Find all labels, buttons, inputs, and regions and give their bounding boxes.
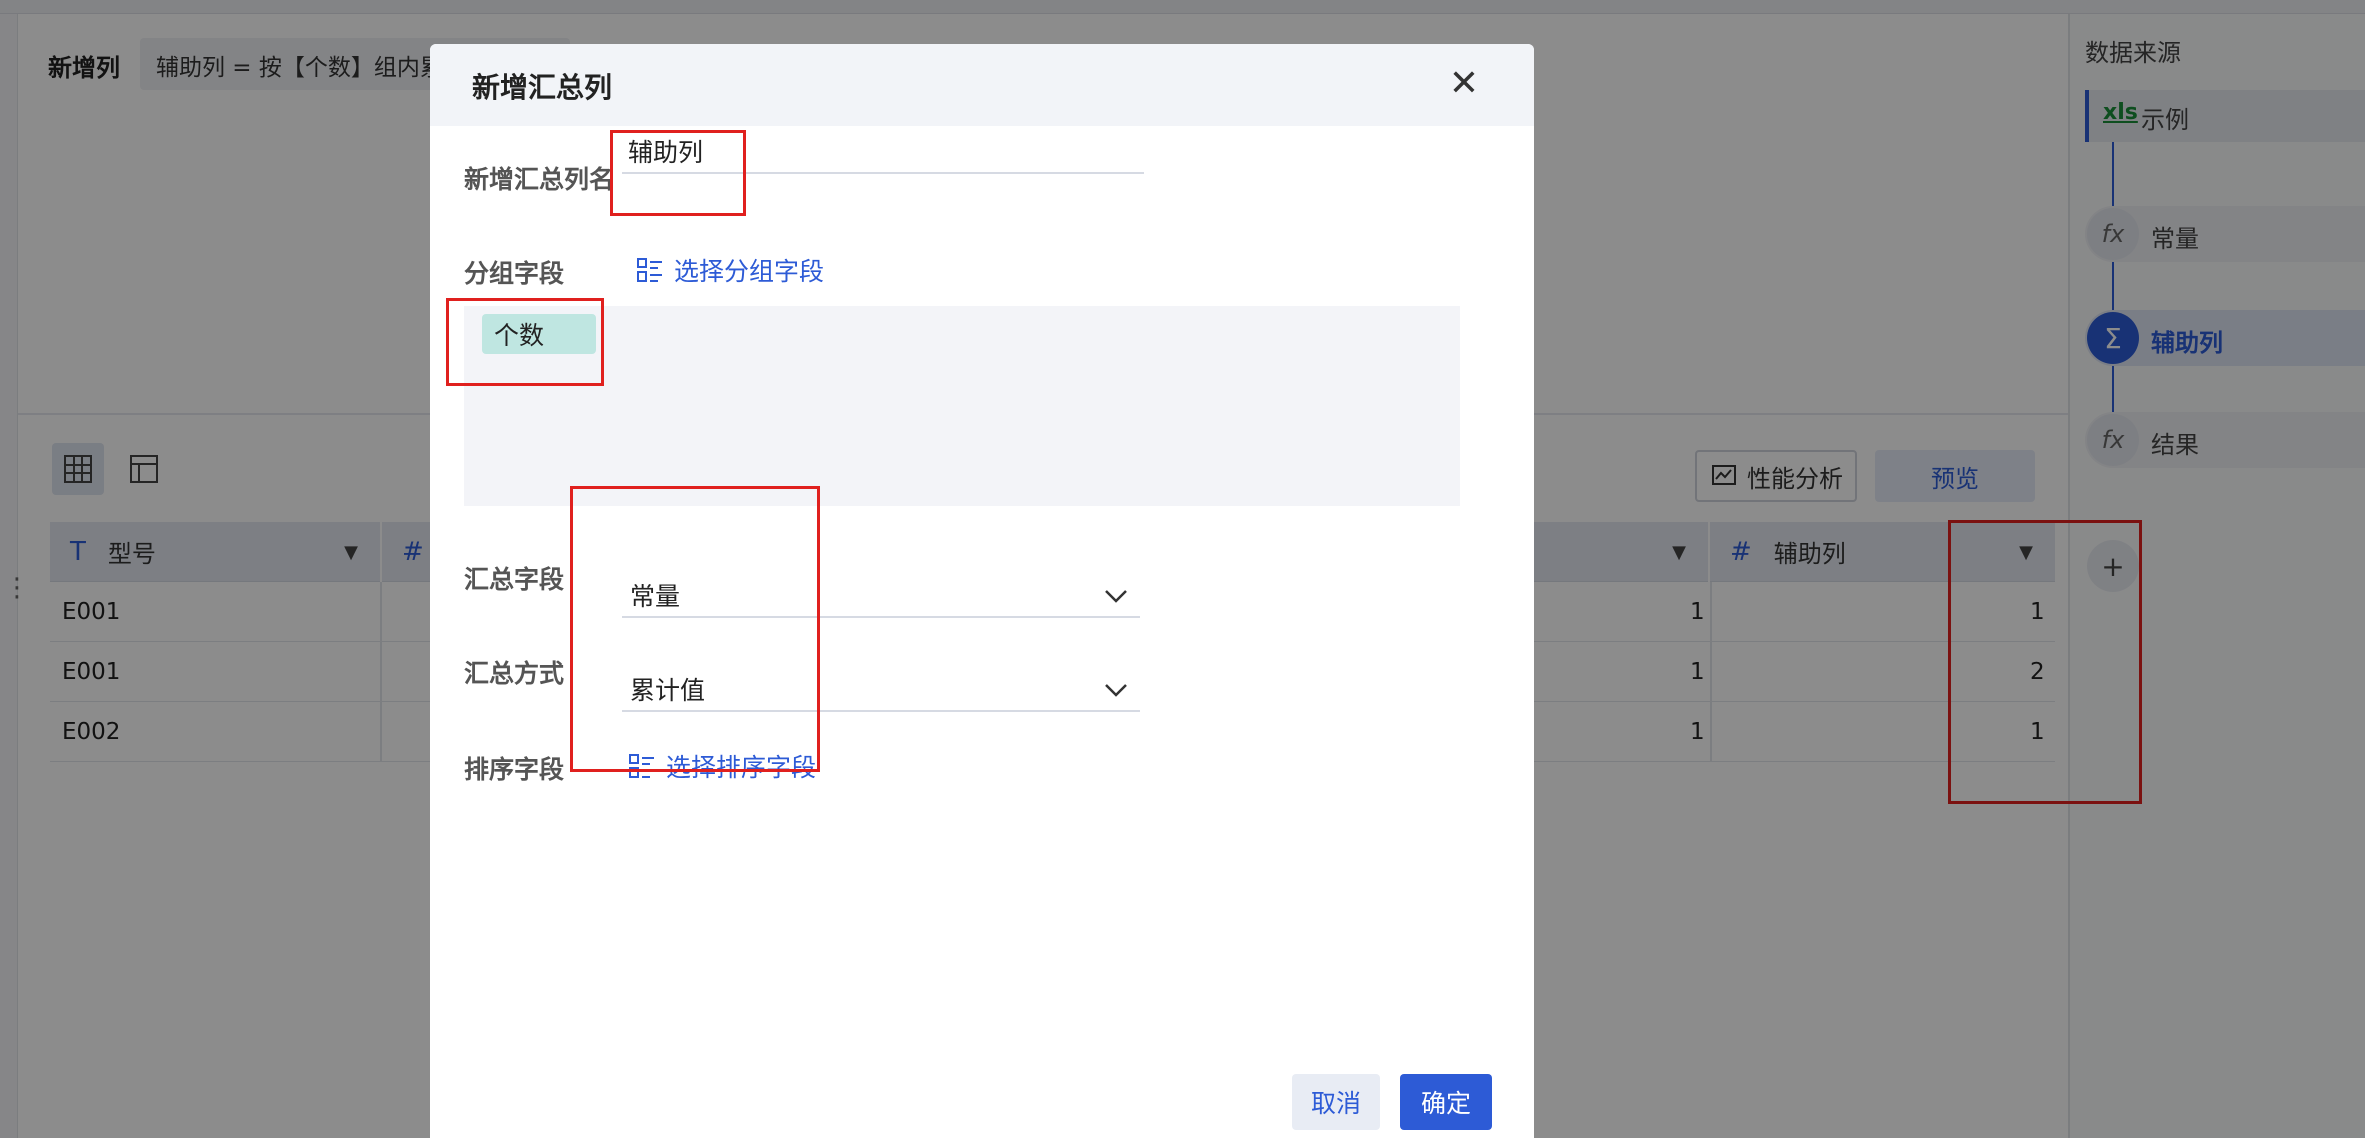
select-group-field-label: 选择分组字段 — [674, 257, 825, 286]
highlight-box-agg-settings — [570, 486, 820, 772]
add-summary-column-dialog: 新增汇总列 ✕ 新增汇总列名 分组字段 选择分组字段 个数 汇总字段 常量 汇总… — [430, 44, 1534, 1138]
confirm-button[interactable]: 确定 — [1400, 1074, 1492, 1130]
column-name-label: 新增汇总列名 — [464, 165, 615, 194]
chevron-down-icon — [1105, 684, 1127, 697]
close-icon[interactable]: ✕ — [1442, 62, 1486, 106]
agg-method-label: 汇总方式 — [464, 659, 565, 688]
field-list-icon — [637, 258, 662, 282]
highlight-box-name — [610, 130, 746, 216]
sort-field-label: 排序字段 — [464, 755, 565, 784]
chevron-down-icon — [1105, 590, 1127, 603]
group-field-label: 分组字段 — [464, 259, 565, 288]
agg-field-label: 汇总字段 — [464, 565, 565, 594]
dialog-title: 新增汇总列 — [472, 71, 613, 104]
cancel-button[interactable]: 取消 — [1292, 1074, 1380, 1130]
select-group-field-link[interactable]: 选择分组字段 — [636, 252, 824, 288]
highlight-box-group-tag — [446, 298, 604, 386]
group-field-area — [464, 306, 1460, 506]
